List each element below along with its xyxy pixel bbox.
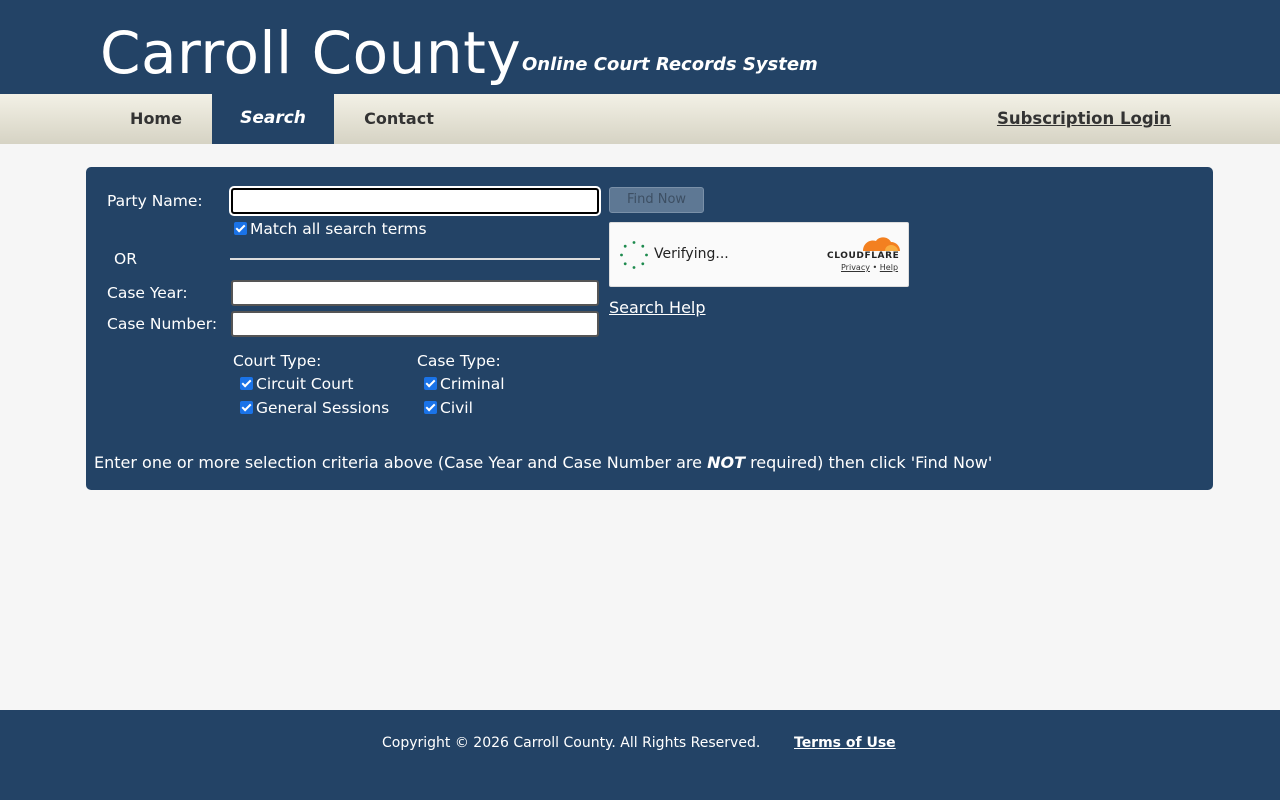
circuit-court-checkbox[interactable] (240, 377, 253, 390)
find-now-button[interactable]: Find Now (609, 187, 704, 213)
criminal-checkbox[interactable] (424, 377, 437, 390)
or-divider (230, 258, 600, 260)
case-number-label: Case Number: (107, 315, 218, 333)
subscription-login-link[interactable]: Subscription Login (984, 94, 1184, 144)
cloudflare-brand: CLOUDFLARE (827, 251, 900, 261)
nav-bar: Home Search Contact Subscription Login (0, 94, 1280, 144)
nav-contact[interactable]: Contact (334, 94, 464, 144)
captcha-help-link[interactable]: Help (880, 263, 898, 272)
general-sessions-checkbox[interactable] (240, 401, 253, 414)
or-label: OR (114, 250, 137, 268)
court-type-label: Court Type: (233, 352, 322, 370)
search-panel: Party Name: Match all search terms OR Ca… (86, 167, 1213, 490)
instructions-text: Enter one or more selection criteria abo… (94, 453, 992, 472)
captcha-links: Privacy • Help (841, 263, 898, 272)
general-sessions-label: General Sessions (256, 399, 390, 417)
match-all-label: Match all search terms (250, 220, 427, 238)
cloudflare-captcha[interactable]: Verifying... CLOUDFLARE Privacy • Help (609, 222, 909, 287)
site-title: Carroll County (100, 19, 522, 87)
civil-label: Civil (440, 399, 473, 417)
site-subtitle: Online Court Records System (522, 54, 818, 75)
site-footer: Copyright © 2026 Carroll County. All Rig… (0, 710, 1280, 800)
nav-home[interactable]: Home (100, 94, 212, 144)
circuit-court-label: Circuit Court (256, 375, 354, 393)
instructions-before: Enter one or more selection criteria abo… (94, 453, 708, 472)
party-name-label: Party Name: (107, 192, 203, 210)
case-number-input[interactable] (231, 311, 599, 337)
case-type-label: Case Type: (417, 352, 501, 370)
copyright-text: Copyright © 2026 Carroll County. All Rig… (382, 735, 761, 751)
captcha-status: Verifying... (654, 246, 729, 262)
site-header: Carroll County Online Court Records Syst… (0, 0, 1280, 94)
instructions-emphasis: NOT (707, 453, 745, 472)
case-year-input[interactable] (231, 280, 599, 306)
civil-checkbox[interactable] (424, 401, 437, 414)
instructions-after: required) then click 'Find Now' (744, 453, 993, 472)
terms-of-use-link[interactable]: Terms of Use (794, 735, 896, 751)
captcha-link-separator: • (872, 263, 878, 272)
party-name-input[interactable] (231, 188, 599, 214)
case-year-label: Case Year: (107, 284, 188, 302)
captcha-privacy-link[interactable]: Privacy (841, 263, 870, 272)
criminal-label: Criminal (440, 375, 505, 393)
spinner-icon (620, 241, 648, 269)
match-all-checkbox[interactable] (234, 222, 247, 235)
nav-search[interactable]: Search (212, 94, 334, 144)
search-help-link[interactable]: Search Help (609, 298, 706, 317)
